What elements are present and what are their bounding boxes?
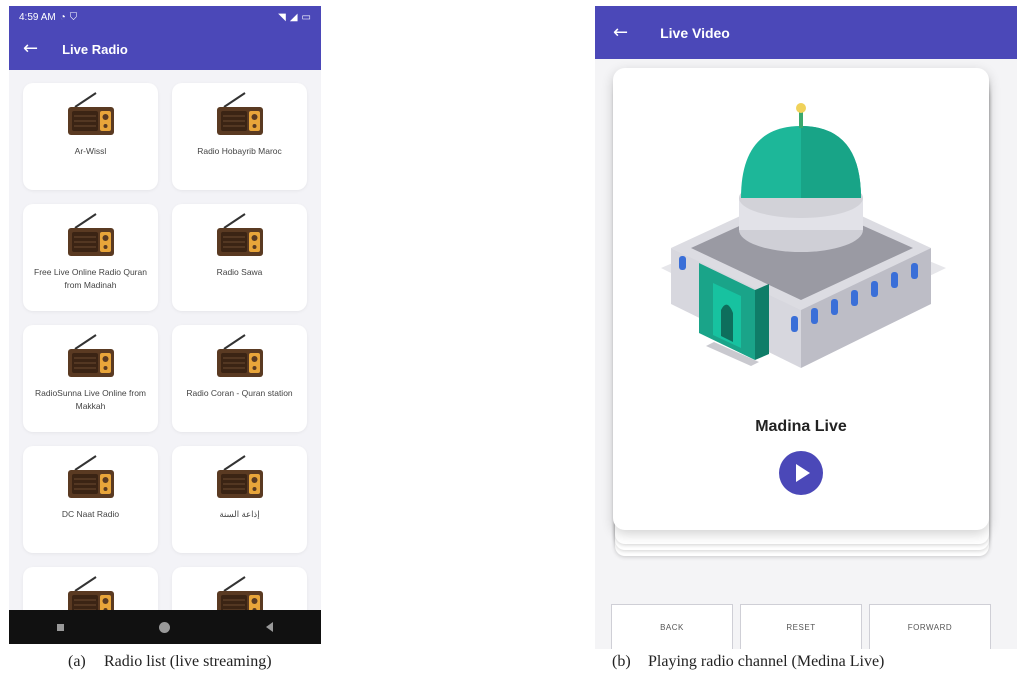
caption-b: (b) Playing radio channel (Medina Live) (612, 653, 884, 671)
radio-icon (66, 333, 116, 379)
caption-b-number: (b) (612, 653, 631, 670)
radio-item[interactable] (23, 567, 158, 610)
radio-item-label: RadioSunna Live Online from Makkah (34, 388, 147, 411)
arrow-left-icon[interactable]: ← (23, 40, 38, 58)
back-button[interactable]: BACK (611, 604, 733, 649)
play-button[interactable] (779, 451, 823, 495)
radio-item[interactable]: Radio Coran - Quran station (172, 325, 307, 432)
caption-a-number: (a) (68, 653, 86, 670)
arrow-left-icon[interactable]: ← (613, 23, 628, 42)
radio-item-label: Radio Sawa (216, 267, 263, 277)
caption-a-text: Radio list (live streaming) (104, 653, 272, 670)
radio-item[interactable]: DC Naat Radio (23, 446, 158, 553)
radio-icon (215, 454, 265, 500)
playback-controls: BACK RESET FORWARD (611, 604, 991, 649)
radio-item[interactable]: Free Live Online Radio Quran from Madina… (23, 204, 158, 311)
radio-icon (215, 91, 265, 137)
app-bar: ← Live Video (595, 6, 1017, 59)
radio-item-label: Ar-Wissl (74, 146, 107, 156)
signal-icon: ◢ (289, 11, 298, 23)
status-bar: 4:59 AM ◔ ⛉ ◥ ◢ ▭ (9, 6, 321, 28)
radio-icon (66, 212, 116, 258)
system-nav-bar (9, 610, 321, 644)
radio-icon (66, 454, 116, 500)
radio-icon (215, 212, 265, 258)
signal-dot-icon: ◔ (59, 11, 66, 23)
radio-item-label: إذاعة السنة (219, 509, 260, 519)
radio-list-screen: 4:59 AM ◔ ⛉ ◥ ◢ ▭ ← Live Radio Ar-Wissl R… (9, 6, 321, 644)
radio-item[interactable]: إذاعة السنة (172, 446, 307, 553)
forward-button[interactable]: FORWARD (869, 604, 991, 649)
reset-button[interactable]: RESET (740, 604, 862, 649)
page-title: Live Video (660, 24, 730, 41)
caption-a: (a) Radio list (live streaming) (68, 653, 272, 671)
radio-item[interactable]: Radio Sawa (172, 204, 307, 311)
back-triangle-icon[interactable] (266, 622, 274, 632)
wifi-icon: ◥ (278, 11, 286, 23)
channel-name: Madina Live (755, 418, 847, 435)
circle-icon[interactable] (159, 621, 171, 633)
radio-item-label: Free Live Online Radio Quran from Madina… (34, 267, 147, 290)
caption-b-text: Playing radio channel (Medina Live) (648, 653, 885, 670)
shield-icon: ⛉ (69, 11, 78, 23)
radio-item-label: DC Naat Radio (61, 509, 120, 519)
mosque-illustration (661, 103, 946, 368)
square-icon[interactable] (56, 623, 64, 631)
live-video-screen: ← Live Video Madina Live BACK RESET FORW… (595, 6, 1017, 649)
player-card[interactable]: Madina Live (613, 68, 989, 530)
app-bar: ← Live Radio (9, 28, 321, 70)
radio-icon (215, 575, 265, 610)
radio-item-label: Radio Hobayrib Maroc (197, 146, 282, 156)
radio-item[interactable]: RadioSunna Live Online from Makkah (23, 325, 158, 432)
radio-item[interactable] (172, 567, 307, 610)
radio-icon (66, 575, 116, 610)
radio-item[interactable]: Radio Hobayrib Maroc (172, 83, 307, 190)
radio-icon (215, 333, 265, 379)
status-time: 4:59 AM (19, 11, 56, 23)
battery-icon: ▭ (301, 11, 311, 23)
page-title: Live Radio (62, 41, 128, 57)
play-icon (796, 464, 810, 482)
radio-item[interactable]: Ar-Wissl (23, 83, 158, 190)
radio-icon (66, 91, 116, 137)
radio-grid: Ar-Wissl Radio Hobayrib Maroc Free Live On… (9, 70, 321, 610)
radio-item-label: Radio Coran - Quran station (186, 388, 293, 398)
